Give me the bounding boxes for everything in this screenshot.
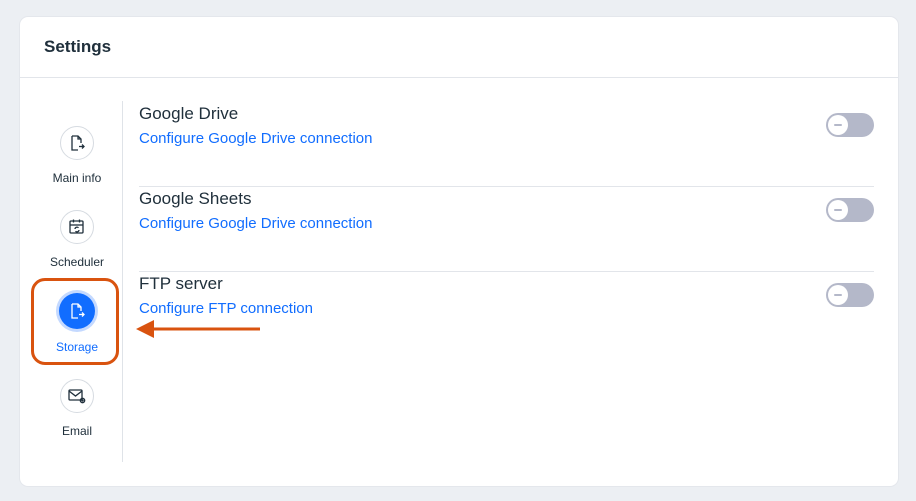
configure-google-drive-link[interactable]: Configure Google Drive connection <box>139 130 372 147</box>
toggle-knob <box>828 285 848 305</box>
sidebar-item-scheduler[interactable]: Scheduler <box>20 210 134 269</box>
sidebar-item-label: Email <box>61 424 92 438</box>
file-arrow-icon <box>60 126 94 160</box>
toggle-knob <box>828 200 848 220</box>
toggle-knob <box>828 115 848 135</box>
connection-row-google-sheets: Google Sheets Configure Google Drive con… <box>139 186 874 272</box>
calendar-refresh-icon <box>60 210 94 244</box>
configure-google-sheets-link[interactable]: Configure Google Drive connection <box>139 215 372 232</box>
sidebar-item-main-info[interactable]: Main info <box>20 126 134 185</box>
settings-panel: Settings Main info Scheduler Storage Ema… <box>20 17 898 486</box>
connection-row-ftp-server: FTP server Configure FTP connection <box>139 271 874 356</box>
mail-gear-icon <box>60 379 94 413</box>
sidebar-item-email[interactable]: Email <box>20 379 134 438</box>
connection-title: Google Sheets <box>139 189 252 208</box>
google-sheets-toggle[interactable] <box>826 198 874 222</box>
ftp-server-toggle[interactable] <box>826 283 874 307</box>
panel-header: Settings <box>20 17 898 78</box>
connection-title: Google Drive <box>139 104 239 123</box>
configure-ftp-link[interactable]: Configure FTP connection <box>139 300 313 317</box>
connection-title: FTP server <box>139 274 223 293</box>
google-drive-toggle[interactable] <box>826 113 874 137</box>
storage-highlight-box <box>31 278 119 365</box>
connection-row-google-drive: Google Drive Configure Google Drive conn… <box>139 101 874 187</box>
page-title: Settings <box>44 37 112 56</box>
sidebar-item-label: Main info <box>52 171 102 185</box>
sidebar-item-label: Scheduler <box>49 255 105 269</box>
